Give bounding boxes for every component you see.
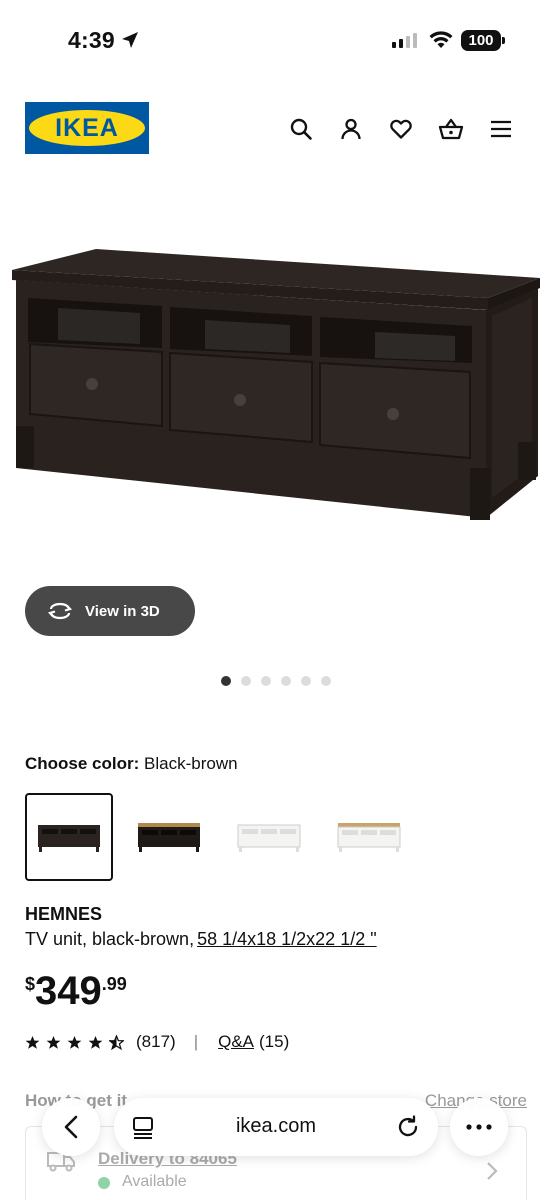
- choose-color-label: Choose color: Black-brown: [25, 754, 238, 773]
- logo-text: IKEA: [55, 113, 119, 142]
- address-bar[interactable]: ikea.com: [114, 1098, 438, 1156]
- carousel-dot-4[interactable]: [281, 676, 291, 686]
- star-rating[interactable]: [25, 1034, 124, 1050]
- star-icon: [67, 1035, 82, 1049]
- battery-indicator: 100: [461, 30, 501, 51]
- review-count[interactable]: (817): [136, 1032, 176, 1052]
- product-dimensions-link[interactable]: 58 1/4x18 1/2x22 1/2 ": [197, 929, 377, 949]
- back-button[interactable]: [42, 1098, 100, 1156]
- color-swatches: [25, 793, 413, 881]
- heart-icon[interactable]: [388, 116, 414, 142]
- star-icon: [88, 1035, 103, 1049]
- carousel-dot-6[interactable]: [321, 676, 331, 686]
- selected-color: Black-brown: [144, 754, 238, 773]
- carousel-dot-2[interactable]: [241, 676, 251, 686]
- price-integer: 349: [35, 969, 102, 1013]
- cellular-signal-icon: [392, 33, 417, 48]
- wifi-icon: [429, 31, 453, 48]
- view-in-3d-label: View in 3D: [85, 602, 160, 620]
- carousel-dot-3[interactable]: [261, 676, 271, 686]
- star-icon: [25, 1035, 40, 1049]
- availability-dot: [98, 1177, 110, 1189]
- more-button[interactable]: [450, 1098, 508, 1156]
- reload-icon[interactable]: [396, 1115, 420, 1139]
- qa-count: (15): [259, 1032, 290, 1051]
- chevron-left-icon: [64, 1115, 78, 1139]
- rating-row: (817) | Q&A (15): [25, 1032, 289, 1052]
- location-arrow-icon: [122, 32, 138, 48]
- status-time: 4:39: [68, 27, 115, 53]
- half-star-icon: [109, 1034, 124, 1050]
- swatch-black-light-brown[interactable]: [125, 793, 213, 881]
- status-bar: 4:39 100: [0, 0, 552, 80]
- carousel-dot-5[interactable]: [301, 676, 311, 686]
- url-text: ikea.com: [235, 1115, 317, 1137]
- product-description: TV unit, black-brown, 58 1/4x18 1/2x22 1/…: [25, 929, 377, 949]
- battery-nub: [502, 37, 505, 44]
- browser-toolbar: ikea.com: [0, 1090, 552, 1170]
- search-icon[interactable]: [288, 116, 314, 142]
- rating-separator: |: [193, 1032, 199, 1051]
- cart-icon[interactable]: [438, 116, 464, 142]
- site-header: IKEA: [0, 100, 552, 156]
- carousel-dot-1[interactable]: [221, 676, 231, 686]
- price-currency: $: [25, 974, 36, 994]
- image-carousel-dots: [221, 676, 331, 686]
- account-icon[interactable]: [338, 116, 364, 142]
- product-image[interactable]: [0, 236, 552, 536]
- availability-text: Available: [122, 1173, 187, 1190]
- swatch-white-light-brown[interactable]: [325, 793, 413, 881]
- price-decimal: .99: [101, 974, 127, 994]
- more-dots-icon: [466, 1124, 492, 1130]
- swatch-white[interactable]: [225, 793, 313, 881]
- menu-icon[interactable]: [488, 116, 514, 142]
- qa-link[interactable]: Q&A: [218, 1032, 254, 1052]
- ikea-logo[interactable]: IKEA: [25, 102, 149, 154]
- swatch-black-brown[interactable]: [25, 793, 113, 881]
- rotate-3d-icon: [47, 602, 73, 620]
- product-price: $ 349 .99: [25, 966, 127, 1016]
- star-icon: [46, 1035, 61, 1049]
- view-in-3d-button[interactable]: View in 3D: [25, 586, 195, 636]
- product-name: HEMNES: [25, 904, 103, 924]
